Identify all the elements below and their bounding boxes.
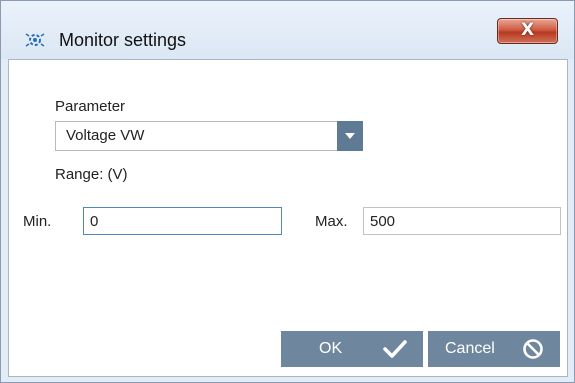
parameter-label: Parameter (55, 98, 126, 115)
max-label: Max. (315, 213, 348, 230)
dialog-body: Parameter Voltage VW Range: (V) Min. Max… (8, 59, 568, 377)
close-button[interactable]: X (497, 18, 558, 44)
parameter-dropdown[interactable]: Voltage VW (55, 121, 340, 151)
cancel-circle-icon (523, 339, 543, 359)
max-input[interactable] (363, 207, 561, 235)
settings-gear-icon (25, 33, 45, 47)
min-label: Min. (23, 213, 52, 230)
checkmark-icon (383, 340, 407, 358)
window-title: Monitor settings (59, 30, 187, 50)
dropdown-chevron-icon[interactable] (337, 121, 363, 151)
monitor-settings-dialog: Monitor settings X Parameter Voltage VW … (0, 0, 575, 383)
close-icon: X (520, 20, 535, 40)
parameter-dropdown-value: Voltage VW (66, 127, 145, 144)
ok-button-label: OK (319, 340, 343, 357)
cancel-button-label: Cancel (445, 340, 495, 357)
range-label: Range: (V) (55, 166, 128, 183)
title-bar[interactable]: Monitor settings X (1, 1, 574, 59)
min-input[interactable] (83, 207, 282, 235)
cancel-button[interactable]: Cancel (428, 331, 560, 367)
ok-button[interactable]: OK (281, 331, 423, 367)
